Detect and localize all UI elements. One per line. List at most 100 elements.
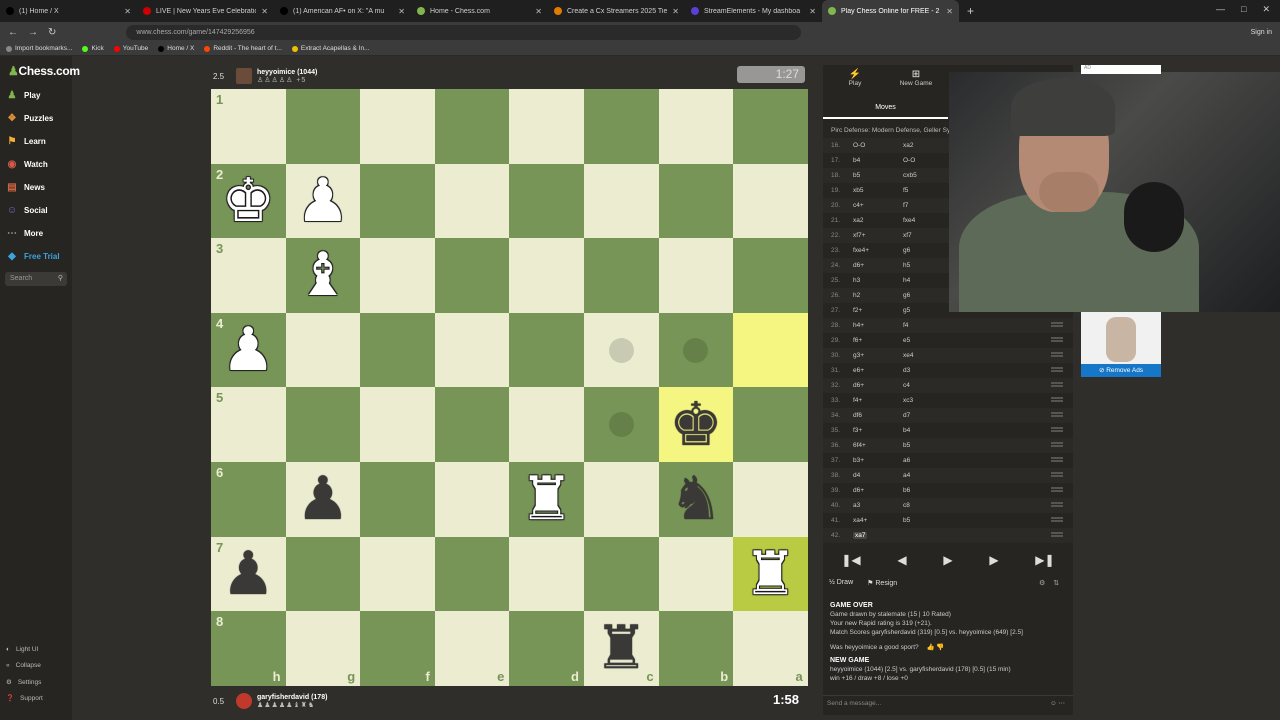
ad-banner[interactable]: AD [1081, 65, 1161, 74]
white-move[interactable]: f2+ [853, 307, 903, 314]
play-icon[interactable]: ▶ [943, 553, 952, 567]
board-square[interactable] [434, 238, 510, 313]
black-move[interactable]: xc3 [903, 397, 953, 404]
sidebar-item-learn[interactable]: ⚑ Learn [6, 132, 68, 150]
board-square[interactable]: 7 ♟ [211, 536, 286, 612]
sidebar-search[interactable]: Search ⚲ [5, 272, 67, 286]
black-move[interactable]: xa2 [903, 142, 953, 149]
board-square[interactable] [658, 536, 734, 612]
top-player-avatar[interactable] [236, 68, 252, 84]
board-square[interactable]: ♟ [285, 163, 361, 239]
white-bishop-icon[interactable]: ♝ [296, 245, 350, 305]
board-square[interactable] [285, 312, 361, 388]
board-square[interactable] [285, 387, 361, 462]
sidebar-item-play[interactable]: ♟ Play [6, 86, 68, 104]
black-move[interactable]: xf7 [903, 232, 953, 239]
board-square[interactable]: b [658, 611, 734, 686]
white-move[interactable]: b5 [853, 172, 903, 179]
white-move[interactable]: f3+ [853, 427, 903, 434]
black-move[interactable]: a6 [903, 457, 953, 464]
white-move[interactable]: b4 [853, 157, 903, 164]
browser-tab[interactable]: StreamElements - My dashboa ✕ [685, 0, 822, 22]
thumbs-up-icon[interactable]: 👍 [926, 644, 934, 651]
board-square[interactable]: ♜ [733, 536, 808, 612]
white-move[interactable]: O-O [853, 142, 903, 149]
black-pawn-icon[interactable]: ♟ [221, 544, 275, 604]
white-rook-icon[interactable]: ♜ [744, 544, 798, 604]
black-move[interactable]: c8 [903, 502, 953, 509]
black-king-icon[interactable]: ♚ [669, 395, 723, 455]
black-rook-icon[interactable]: ♜ [594, 618, 648, 678]
board-square[interactable]: 3 [211, 238, 286, 313]
black-move[interactable]: g6 [903, 247, 953, 254]
black-move[interactable]: d3 [903, 367, 953, 374]
board-square[interactable] [360, 461, 435, 537]
sidebar-item-social[interactable]: ☺ Social [6, 201, 68, 219]
bookmark-item[interactable]: Reddit - The heart of t... [204, 45, 282, 52]
black-pawn-icon[interactable]: ♟ [296, 469, 350, 529]
board-square[interactable] [658, 238, 734, 313]
board-square[interactable] [583, 312, 659, 388]
close-tab-icon[interactable]: ✕ [672, 7, 679, 16]
board-square[interactable] [509, 238, 584, 313]
maximize-icon[interactable]: □ [1241, 4, 1246, 15]
board-square[interactable] [583, 238, 659, 313]
board-square[interactable] [583, 89, 659, 164]
resign-button[interactable]: ⚑ Resign [867, 579, 897, 587]
board-square[interactable] [733, 163, 808, 239]
close-tab-icon[interactable]: ✕ [946, 7, 953, 16]
board-square[interactable] [360, 89, 435, 164]
board-square[interactable]: 6 [211, 461, 286, 537]
bookmark-item[interactable]: Home / X [158, 45, 194, 52]
tab-play[interactable]: ⚡ Play [835, 69, 875, 87]
white-pawn-icon[interactable]: ♟ [221, 320, 275, 380]
black-move[interactable]: e5 [903, 337, 953, 344]
opening-name[interactable]: Pirc Defense: Modern Defense, Geller Sys… [831, 127, 955, 134]
board-square[interactable]: ♜ [509, 461, 584, 537]
board-square[interactable] [733, 89, 808, 164]
board-square[interactable] [509, 163, 584, 239]
bookmark-item[interactable]: Extract Acapellas & In... [291, 45, 370, 52]
black-move[interactable]: h5 [903, 262, 953, 269]
board-square[interactable] [434, 461, 510, 537]
board-square[interactable]: ♚ [658, 387, 734, 462]
board-square[interactable] [583, 163, 659, 239]
white-move[interactable]: b3+ [853, 457, 903, 464]
board-square[interactable] [733, 312, 808, 388]
black-move[interactable]: b6 [903, 487, 953, 494]
board-square[interactable] [285, 536, 361, 612]
browser-tab[interactable]: Play Chess Online for FREE - 2 ✕ [822, 0, 959, 22]
white-move[interactable]: h2 [853, 292, 903, 299]
board-square[interactable] [360, 163, 435, 239]
black-move[interactable]: g5 [903, 307, 953, 314]
sidebar-footer-settings[interactable]: ⚙ Settings [6, 678, 41, 687]
ad-box[interactable]: ⊘ Remove Ads [1081, 312, 1161, 377]
board-square[interactable] [583, 387, 659, 462]
board-square[interactable] [583, 536, 659, 612]
white-rook-icon[interactable]: ♜ [520, 469, 574, 529]
emoji-icon[interactable]: ☺ ⋯ [1050, 696, 1065, 712]
board-square[interactable] [434, 312, 510, 388]
move-hint-dot[interactable] [608, 412, 634, 438]
black-move[interactable]: f4 [903, 322, 953, 329]
board-square[interactable] [509, 387, 584, 462]
chesscom-logo[interactable]: ♟Chess.com [8, 64, 80, 78]
white-move[interactable]: xa7 [853, 532, 868, 539]
board-square[interactable] [583, 461, 659, 537]
last-move-icon[interactable]: ▶❚ [1035, 553, 1054, 567]
first-move-icon[interactable]: ❚◀ [841, 553, 860, 567]
board-square[interactable]: e [434, 611, 510, 686]
black-move[interactable]: b5 [903, 442, 953, 449]
white-move[interactable]: d6+ [853, 382, 903, 389]
board-square[interactable]: d [509, 611, 584, 686]
white-move[interactable]: h3 [853, 277, 903, 284]
board-square[interactable] [360, 387, 435, 462]
bookmark-item[interactable]: Import bookmarks... [6, 45, 72, 52]
board-square[interactable] [434, 387, 510, 462]
white-move[interactable]: 6f4+ [853, 442, 903, 449]
black-move[interactable]: a4 [903, 472, 953, 479]
black-move[interactable]: h4 [903, 277, 953, 284]
white-move[interactable]: h4+ [853, 322, 903, 329]
black-move[interactable]: f7 [903, 202, 953, 209]
remove-ads-button[interactable]: ⊘ Remove Ads [1081, 364, 1161, 377]
